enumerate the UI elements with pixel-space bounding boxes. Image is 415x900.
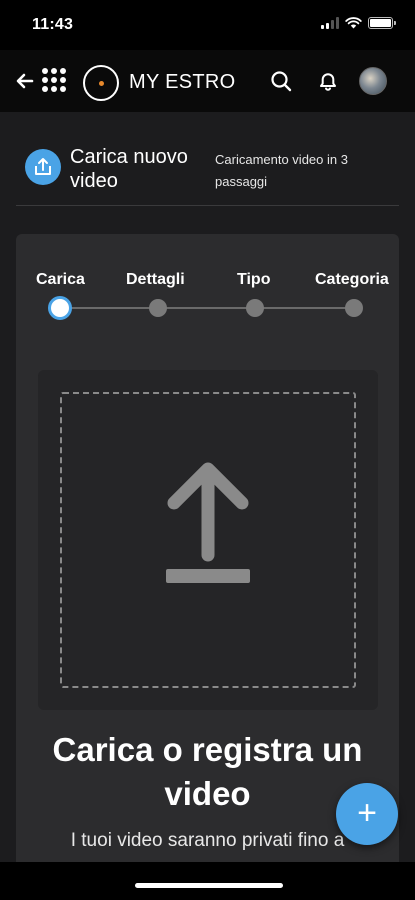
upload-card: Carica Dettagli Tipo Categoria Carica o … [16, 234, 399, 862]
page-header: Carica nuovo video Caricamento video in … [0, 112, 415, 206]
search-icon[interactable] [269, 69, 293, 93]
step-label-categoria[interactable]: Categoria [315, 271, 389, 289]
upload-arrow-icon [166, 462, 250, 583]
main-content: Carica nuovo video Caricamento video in … [0, 112, 415, 862]
upload-icon [25, 149, 61, 185]
plus-icon: + [357, 794, 377, 832]
step-dot-carica[interactable] [48, 296, 72, 320]
bell-icon[interactable] [316, 69, 340, 93]
page-title: Carica nuovo video [70, 146, 188, 192]
brand-name[interactable]: MY ESTRO [129, 71, 236, 94]
status-bar: 11:43 [0, 0, 415, 50]
add-button[interactable]: + [336, 783, 398, 845]
status-icons [321, 17, 396, 29]
wifi-icon [345, 17, 362, 29]
upload-dropzone[interactable] [38, 370, 378, 710]
back-arrow-icon[interactable] [14, 70, 36, 92]
home-indicator[interactable] [135, 883, 283, 888]
header-divider [16, 205, 399, 206]
avatar[interactable] [359, 67, 387, 95]
battery-icon [368, 17, 396, 29]
top-bar: MY ESTRO [0, 50, 415, 112]
status-time: 11:43 [32, 16, 74, 33]
step-label-carica[interactable]: Carica [36, 271, 85, 289]
step-dot-dettagli[interactable] [149, 299, 167, 317]
stepper-track [64, 307, 354, 309]
step-dot-categoria[interactable] [345, 299, 363, 317]
page-subtitle: Caricamento video in 3 passaggi [215, 152, 348, 189]
step-label-tipo[interactable]: Tipo [237, 271, 270, 289]
apps-grid-icon[interactable] [42, 68, 66, 92]
step-dot-tipo[interactable] [246, 299, 264, 317]
home-area [0, 862, 415, 900]
logo-icon[interactable] [83, 65, 119, 101]
step-label-dettagli[interactable]: Dettagli [126, 271, 185, 289]
signal-icon [321, 17, 339, 29]
